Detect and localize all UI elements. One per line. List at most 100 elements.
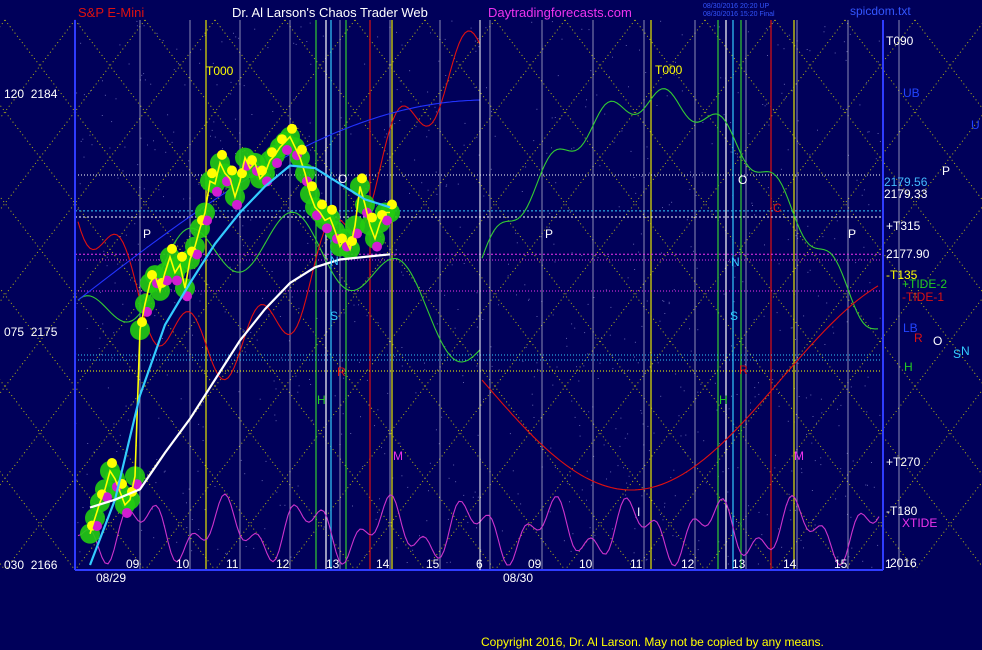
star-dot bbox=[540, 236, 542, 238]
star-dot bbox=[628, 369, 630, 371]
star-dot bbox=[184, 84, 186, 86]
star-dot bbox=[536, 316, 538, 317]
star-dot bbox=[261, 480, 263, 482]
star-dot bbox=[272, 111, 274, 112]
star-dot bbox=[765, 27, 767, 29]
x-tick-label: 09 bbox=[528, 557, 542, 571]
star-dot bbox=[485, 27, 487, 29]
star-dot bbox=[377, 409, 379, 411]
right-label-t270: +T270 bbox=[886, 455, 921, 469]
star-dot bbox=[863, 246, 865, 248]
star-dot bbox=[446, 184, 448, 186]
star-dot bbox=[202, 347, 203, 348]
star-dot bbox=[723, 293, 725, 295]
star-dot bbox=[164, 470, 166, 472]
star-dot bbox=[772, 379, 774, 381]
star-dot bbox=[626, 482, 628, 484]
star-dot bbox=[642, 423, 644, 425]
star-dot bbox=[754, 214, 756, 216]
star-dot bbox=[478, 46, 480, 48]
star-dot bbox=[79, 183, 81, 185]
star-dot bbox=[867, 484, 868, 486]
star-dot bbox=[566, 345, 568, 347]
star-dot bbox=[730, 122, 732, 124]
star-dot bbox=[689, 553, 691, 555]
star-dot bbox=[777, 44, 779, 46]
star-dot bbox=[656, 105, 658, 106]
star-dot bbox=[801, 472, 803, 474]
star-dot bbox=[563, 540, 565, 542]
star-dot bbox=[845, 59, 847, 61]
star-dot bbox=[869, 282, 871, 284]
star-dot bbox=[137, 243, 139, 245]
star-dot bbox=[360, 416, 361, 418]
star-dot bbox=[244, 473, 246, 475]
star-dot bbox=[107, 387, 109, 389]
star-dot bbox=[566, 337, 567, 339]
star-dot bbox=[628, 86, 629, 88]
right-label-n: N bbox=[961, 344, 970, 358]
star-dot bbox=[639, 49, 640, 51]
star-dot bbox=[553, 243, 555, 245]
star-dot bbox=[197, 470, 199, 472]
star-dot bbox=[82, 138, 84, 140]
right-label-h: H bbox=[904, 360, 913, 374]
star-dot bbox=[498, 304, 499, 306]
star-dot bbox=[464, 122, 466, 124]
star-dot bbox=[812, 416, 814, 417]
star-dot bbox=[734, 276, 736, 278]
star-dot bbox=[445, 75, 447, 76]
star-dot bbox=[186, 502, 187, 504]
star-dot bbox=[340, 117, 342, 119]
star-dot bbox=[238, 391, 240, 393]
star-dot bbox=[764, 105, 766, 107]
x-tick-label: 6 bbox=[476, 557, 483, 571]
star-dot bbox=[374, 425, 375, 427]
price-dot bbox=[272, 158, 282, 169]
star-dot bbox=[768, 124, 770, 126]
star-dot bbox=[840, 107, 842, 109]
star-dot bbox=[588, 29, 590, 31]
star-dot bbox=[781, 374, 783, 376]
star-dot bbox=[134, 223, 136, 225]
star-dot bbox=[531, 21, 533, 23]
star-dot bbox=[587, 303, 589, 305]
star-dot bbox=[879, 414, 881, 416]
star-dot bbox=[167, 114, 169, 116]
star-dot bbox=[697, 329, 699, 331]
star-dot bbox=[267, 47, 269, 49]
annotation-c: C bbox=[773, 201, 782, 215]
star-dot bbox=[678, 415, 680, 417]
star-dot bbox=[814, 460, 816, 462]
star-dot bbox=[619, 358, 621, 360]
star-dot bbox=[578, 380, 580, 382]
star-dot bbox=[633, 177, 635, 178]
star-dot bbox=[364, 555, 366, 557]
star-dot bbox=[574, 416, 576, 418]
star-dot bbox=[202, 426, 204, 428]
header-site: Daytradingforecasts.com bbox=[488, 5, 632, 20]
star-dot bbox=[158, 417, 160, 419]
star-dot bbox=[551, 147, 552, 149]
star-dot bbox=[674, 495, 676, 497]
star-dot bbox=[476, 527, 477, 529]
star-dot bbox=[275, 388, 277, 390]
star-dot bbox=[878, 40, 880, 42]
star-dot bbox=[486, 87, 487, 89]
star-dot bbox=[750, 402, 751, 404]
star-dot bbox=[297, 551, 299, 553]
star-dot bbox=[125, 234, 127, 236]
star-dot bbox=[727, 563, 729, 565]
star-dot bbox=[550, 447, 552, 449]
star-dot bbox=[586, 99, 587, 101]
star-dot bbox=[532, 404, 534, 406]
star-dot bbox=[290, 556, 292, 558]
star-dot bbox=[772, 369, 774, 371]
star-dot bbox=[783, 83, 785, 85]
star-dot bbox=[366, 315, 368, 317]
star-dot bbox=[343, 312, 345, 314]
star-dot bbox=[621, 130, 623, 132]
star-dot bbox=[569, 475, 571, 477]
star-dot bbox=[200, 293, 202, 295]
price-dot bbox=[322, 223, 332, 234]
